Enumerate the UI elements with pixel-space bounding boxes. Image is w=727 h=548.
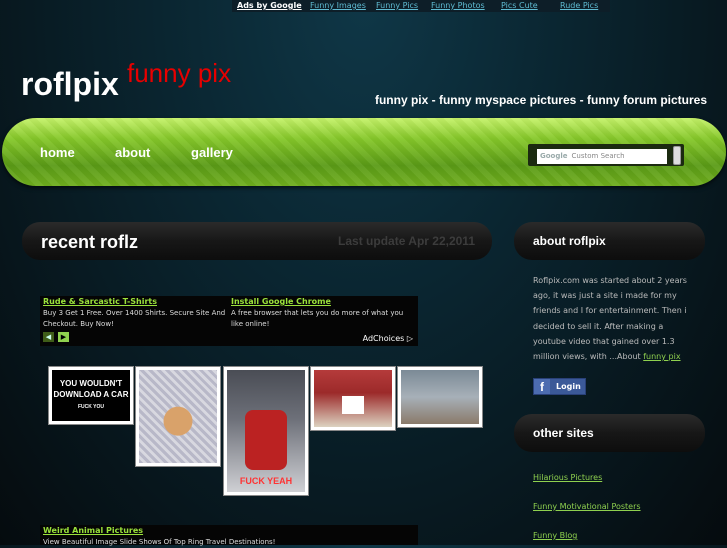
adchoices-link[interactable]: AdChoices ▷ xyxy=(363,334,413,343)
about-body: Roflpix.com was started about 2 years ag… xyxy=(533,276,687,362)
thumbnail-beach-people[interactable] xyxy=(397,366,483,428)
site-logo[interactable]: roflpix xyxy=(21,66,119,103)
ad-prev-arrow-icon[interactable]: ◀ xyxy=(43,332,54,342)
thumbnail-figure xyxy=(245,410,287,470)
other-sites-title: other sites xyxy=(533,426,594,440)
ad-title-chrome[interactable]: Install Google Chrome xyxy=(231,297,331,306)
facebook-login-button[interactable]: f Login xyxy=(533,378,586,395)
search-placeholder: Custom Search xyxy=(571,152,625,160)
search-box: Google Custom Search xyxy=(528,144,684,166)
about-title: about roflpix xyxy=(533,234,606,248)
login-label: Login xyxy=(556,382,581,391)
top-ad-links-bar: Ads by Google Funny Images Funny Pics Fu… xyxy=(232,0,610,12)
ad-title-tshirts[interactable]: Rude & Sarcastic T-Shirts xyxy=(43,297,157,306)
thumbnail-dog[interactable] xyxy=(135,366,221,467)
thumbnail-download-car[interactable]: YOU WOULDN'T DOWNLOAD A CAR FUCK YOU xyxy=(48,366,134,425)
thumbnail-image xyxy=(401,370,479,424)
link-funny-blog[interactable]: Funny Blog xyxy=(533,531,577,540)
ad-desc-chrome: A free browser that lets you do more of … xyxy=(231,309,404,328)
ad-title-weird-animals[interactable]: Weird Animal Pictures xyxy=(43,526,143,535)
google-brand-text: Google xyxy=(540,152,568,160)
thumbnail-image xyxy=(139,370,217,463)
facebook-icon: f xyxy=(534,379,550,394)
ad-next-arrow-icon[interactable]: ▶ xyxy=(58,332,69,342)
thumbnail-caption: FUCK YEAH xyxy=(239,476,293,486)
thumbnail-subcaption: FUCK YOU xyxy=(77,404,105,410)
thumbnail-image xyxy=(314,370,392,427)
about-funny-pix-link[interactable]: funny pix xyxy=(643,352,680,361)
other-sites-header: other sites xyxy=(514,414,705,452)
thumbnail-crowd-sign[interactable] xyxy=(310,366,396,431)
thumbnail-sign xyxy=(342,396,364,414)
ad-desc-weird-animals: View Beautiful Image Slide Shows Of Top … xyxy=(43,538,276,546)
nav-about[interactable]: about xyxy=(115,145,150,160)
last-update-text: Last update Apr 22,2011 xyxy=(338,234,475,248)
link-funny-motivational-posters[interactable]: Funny Motivational Posters xyxy=(533,502,641,511)
ad-block-bottom: Weird Animal Pictures View Beautiful Ima… xyxy=(40,525,418,546)
ad-block-top: Rude & Sarcastic T-Shirts Buy 3 Get 1 Fr… xyxy=(40,296,418,346)
nav-home[interactable]: home xyxy=(40,145,75,160)
about-text: Roflpix.com was started about 2 years ag… xyxy=(533,273,693,364)
link-hilarious-pictures[interactable]: Hilarious Pictures xyxy=(533,473,602,482)
site-logo-subtitle: funny pix xyxy=(127,58,232,88)
site-tagline: funny pix - funny myspace pictures - fun… xyxy=(374,93,707,107)
ad-link-funny-pics[interactable]: Funny Pics xyxy=(376,1,418,10)
ad-link-pics-cute[interactable]: Pics Cute xyxy=(501,1,538,10)
ad-link-funny-photos[interactable]: Funny Photos xyxy=(431,1,485,10)
ad-link-funny-images[interactable]: Funny Images xyxy=(310,1,366,10)
ad-desc-tshirts: Buy 3 Get 1 Free. Over 1400 Shirts. Secu… xyxy=(43,309,226,328)
thumbnail-fuck-yeah[interactable]: FUCK YEAH xyxy=(223,366,309,496)
main-nav-bar: home about gallery Google Custom Search xyxy=(2,118,726,186)
nav-gallery[interactable]: gallery xyxy=(191,145,233,160)
recent-panel-header: recent roflz Last update Apr 22,2011 xyxy=(22,222,492,260)
about-panel-header: about roflpix xyxy=(514,222,705,260)
ad-link-rude-pics[interactable]: Rude Pics xyxy=(560,1,598,10)
page-title: recent roflz xyxy=(41,232,139,252)
search-button[interactable] xyxy=(673,146,681,165)
thumbnail-image: YOU WOULDN'T DOWNLOAD A CAR FUCK YOU xyxy=(52,370,130,421)
thumbnail-image: FUCK YEAH xyxy=(227,370,305,492)
search-input[interactable]: Google Custom Search xyxy=(537,149,667,164)
ads-by-google-link[interactable]: Ads by Google xyxy=(237,1,302,10)
thumbnail-caption: YOU WOULDN'T DOWNLOAD A CAR xyxy=(53,379,129,399)
